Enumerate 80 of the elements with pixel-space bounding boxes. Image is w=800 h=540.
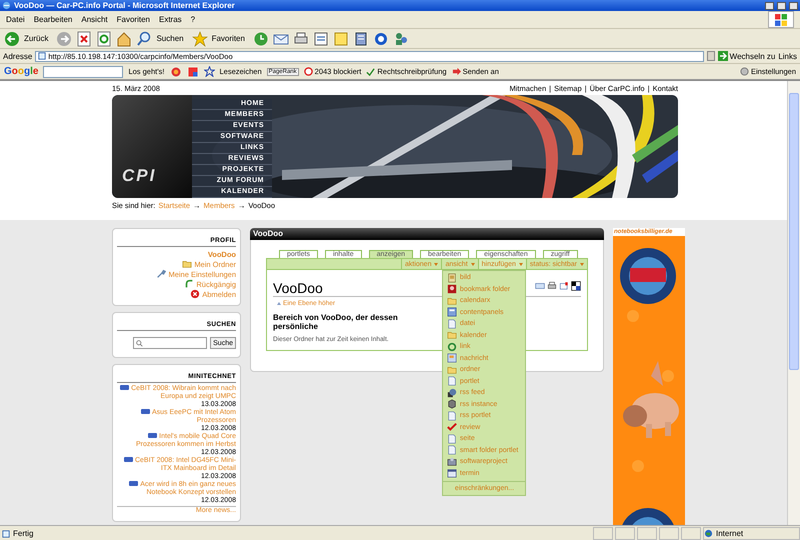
logo[interactable]: CPI: [122, 166, 156, 186]
go-button[interactable]: Wechseln zu: [718, 51, 776, 61]
cube-icon: [446, 399, 457, 410]
edit-icon[interactable]: [312, 30, 329, 46]
minimize-button[interactable]: [765, 2, 774, 10]
menu-item[interactable]: Datei: [6, 15, 25, 24]
search-field[interactable]: [43, 66, 124, 78]
search-label[interactable]: Suchen: [156, 34, 184, 43]
search-field[interactable]: [133, 337, 208, 349]
print-icon[interactable]: [292, 30, 309, 46]
folder-icon: [446, 330, 457, 340]
check-icon: [366, 67, 376, 76]
links-label[interactable]: Links: [778, 52, 797, 60]
back-icon[interactable]: [4, 30, 20, 46]
zone-text: Internet: [716, 529, 744, 538]
arrow-icon: [718, 51, 728, 61]
document-icon: [446, 445, 457, 456]
dropdown-button[interactable]: [706, 51, 715, 61]
page-icon: [2, 530, 10, 538]
circle-icon: [740, 67, 749, 76]
package-icon: [446, 456, 457, 467]
browser-icon: [2, 1, 11, 10]
menu-item[interactable]: ?: [190, 15, 196, 24]
window-title: VooDoo — Car-PC.info Portal - Microsoft Internet Explorer: [14, 1, 236, 10]
stop-icon[interactable]: [76, 30, 92, 46]
address-label: Adresse: [3, 52, 32, 60]
google-logo[interactable]: Google: [4, 66, 38, 77]
back-label[interactable]: Zurück: [24, 34, 48, 43]
close-icon: [190, 289, 200, 299]
page-heading: VooDoo: [273, 280, 323, 296]
up-arrow-icon: [277, 302, 281, 305]
link-icon: [446, 342, 457, 352]
description: Bereich von VooDoo, der dessen persönliche: [273, 313, 399, 331]
document-icon: [446, 434, 457, 444]
status-panel: [659, 527, 679, 540]
arrow-icon: [452, 67, 461, 76]
star-icon[interactable]: [204, 66, 214, 77]
panel-icon: [446, 307, 457, 318]
document-icon: [446, 318, 457, 329]
document-icon: [446, 410, 457, 421]
folder-icon: [182, 259, 192, 269]
scrollbar[interactable]: [787, 81, 800, 525]
close-button[interactable]: [789, 2, 798, 10]
portlet-title: VooDoo: [250, 228, 604, 240]
search-icon[interactable]: [136, 30, 152, 46]
document-icon: [446, 376, 457, 386]
check-icon: [446, 422, 457, 432]
messenger-icon[interactable]: [372, 30, 389, 46]
history-icon[interactable]: [252, 30, 269, 46]
folder-icon: [446, 364, 457, 375]
star-icon[interactable]: [192, 30, 208, 46]
status-panel: [615, 527, 635, 540]
status-panel: [681, 527, 701, 540]
refresh-icon[interactable]: [96, 30, 112, 46]
popup-icon[interactable]: [170, 66, 182, 78]
folder-icon: [446, 296, 457, 306]
page-icon: [38, 52, 46, 60]
research-icon[interactable]: [352, 30, 369, 46]
status-text: Fertig: [13, 529, 34, 538]
image-icon: [446, 272, 457, 283]
news-icon[interactable]: [186, 66, 198, 78]
globe-icon: [446, 388, 457, 398]
menu-item[interactable]: Favoriten: [116, 15, 150, 24]
favorites-label[interactable]: Favoriten: [212, 34, 245, 43]
calendar-icon: [446, 468, 457, 478]
wrench-icon: [156, 269, 166, 279]
globe-icon: [704, 529, 713, 538]
windows-logo-icon: [768, 11, 794, 28]
home-icon[interactable]: [116, 30, 132, 46]
ring-icon: [304, 67, 313, 76]
menu-item[interactable]: Extras: [158, 15, 182, 24]
search-icon: [136, 340, 144, 346]
status-panel: [593, 527, 613, 540]
news-icon: [446, 353, 457, 364]
forward-icon[interactable]: [56, 30, 72, 46]
menu-item[interactable]: Bearbeiten: [34, 15, 72, 24]
menu-item[interactable]: Ansicht: [81, 15, 108, 24]
status-panel: [637, 527, 657, 540]
bookmark-icon: [446, 284, 457, 294]
maximize-button[interactable]: [777, 2, 786, 10]
